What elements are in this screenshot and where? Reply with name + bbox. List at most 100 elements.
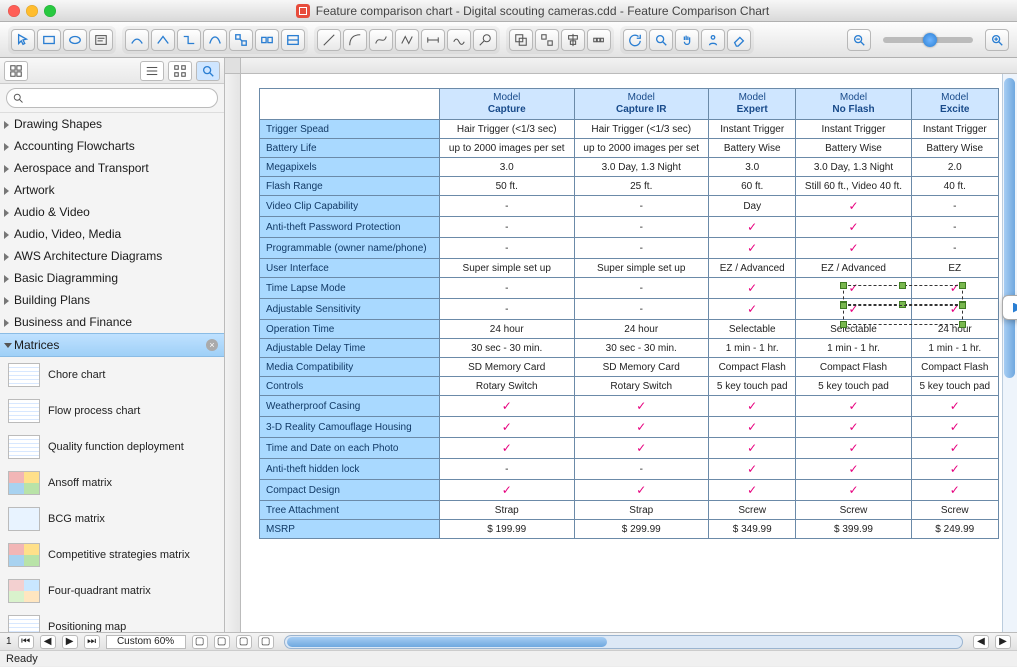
view-mode-1[interactable]: ▢ <box>192 635 208 649</box>
table-cell[interactable]: 30 sec - 30 min. <box>574 339 709 358</box>
table-cell[interactable]: ✓ <box>796 417 911 438</box>
table-cell[interactable]: $ 299.99 <box>574 520 709 539</box>
table-cell[interactable]: $ 349.99 <box>709 520 796 539</box>
drawing-sheet[interactable]: ModelCaptureModelCapture IRModelExpertMo… <box>241 74 1017 632</box>
table-cell[interactable]: up to 2000 images per set <box>574 139 709 158</box>
person-tool[interactable] <box>701 29 725 51</box>
table-cell[interactable]: Screw <box>796 501 911 520</box>
table-cell[interactable]: ✓ <box>574 396 709 417</box>
table-cell[interactable]: - <box>574 459 709 480</box>
zoom-level-display[interactable]: Custom 60% <box>106 635 186 649</box>
text-tool[interactable] <box>89 29 113 51</box>
table-cell[interactable]: 5 key touch pad <box>709 377 796 396</box>
sidebar-item[interactable]: Quality function deployment <box>0 429 224 465</box>
table-cell[interactable]: ✓ <box>440 480 575 501</box>
zoom-tool[interactable] <box>649 29 673 51</box>
table-cell[interactable]: Still 60 ft., Video 40 ft. <box>796 177 911 196</box>
curve-tool[interactable] <box>369 29 393 51</box>
table-cell[interactable]: ✓ <box>796 238 911 259</box>
zoom-window-button[interactable] <box>44 5 56 17</box>
group-tool[interactable] <box>509 29 533 51</box>
table-cell[interactable]: 1 min - 1 hr. <box>709 339 796 358</box>
library-grid-view[interactable] <box>168 61 192 81</box>
vertical-scrollbar[interactable] <box>1002 74 1017 632</box>
table-cell[interactable]: 3.0 Day, 1.3 Night <box>796 158 911 177</box>
table-cell[interactable]: - <box>440 299 575 320</box>
table-cell[interactable]: 30 sec - 30 min. <box>440 339 575 358</box>
table-cell[interactable]: Battery Wise <box>911 139 998 158</box>
sidebar-category[interactable]: Business and Finance <box>0 311 224 333</box>
table-cell[interactable]: Selectable <box>796 320 911 339</box>
feature-comparison-table[interactable]: ModelCaptureModelCapture IRModelExpertMo… <box>259 88 999 539</box>
align-tool[interactable] <box>561 29 585 51</box>
table-cell[interactable]: ✓ <box>709 438 796 459</box>
table-cell[interactable]: ✓ <box>796 480 911 501</box>
freehand-tool[interactable] <box>447 29 471 51</box>
table-cell[interactable]: ✓ <box>709 238 796 259</box>
zoom-in-button[interactable] <box>985 29 1009 51</box>
table-cell[interactable]: 24 hour <box>911 320 998 339</box>
table-cell[interactable]: 24 hour <box>574 320 709 339</box>
table-cell[interactable]: $ 399.99 <box>796 520 911 539</box>
table-cell[interactable]: 40 ft. <box>911 177 998 196</box>
ellipse-tool[interactable] <box>63 29 87 51</box>
view-mode-4[interactable]: ▢ <box>258 635 274 649</box>
zoom-slider[interactable] <box>883 37 973 43</box>
table-cell[interactable]: ✓ <box>574 480 709 501</box>
sidebar-category[interactable]: Accounting Flowcharts <box>0 135 224 157</box>
table-cell[interactable]: 3.0 Day, 1.3 Night <box>574 158 709 177</box>
sidebar-category[interactable]: Artwork <box>0 179 224 201</box>
table-cell[interactable]: ✓ <box>796 278 911 299</box>
sidebar-item[interactable]: Competitive strategies matrix <box>0 537 224 573</box>
table-cell[interactable]: Day <box>709 196 796 217</box>
table-cell[interactable]: ✓ <box>796 196 911 217</box>
rotate-tool[interactable] <box>623 29 647 51</box>
table-cell[interactable]: Screw <box>709 501 796 520</box>
table-cell[interactable]: Hair Trigger (<1/3 sec) <box>574 120 709 139</box>
table-cell[interactable]: Compact Flash <box>709 358 796 377</box>
table-cell[interactable]: 3.0 <box>440 158 575 177</box>
sidebar-category[interactable]: Audio, Video, Media <box>0 223 224 245</box>
scroll-left-button[interactable]: ◀ <box>973 635 989 649</box>
scroll-right-button[interactable]: ▶ <box>995 635 1011 649</box>
sidebar-item[interactable]: Ansoff matrix <box>0 465 224 501</box>
table-cell[interactable]: Battery Wise <box>709 139 796 158</box>
table-cell[interactable]: Instant Trigger <box>796 120 911 139</box>
library-search-input[interactable] <box>6 88 218 108</box>
table-cell[interactable]: 5 key touch pad <box>911 377 998 396</box>
table-cell[interactable]: Super simple set up <box>440 259 575 278</box>
table-cell[interactable]: ✓ <box>911 480 998 501</box>
callout-tool[interactable] <box>473 29 497 51</box>
table-cell[interactable]: 24 hour <box>440 320 575 339</box>
close-window-button[interactable] <box>8 5 20 17</box>
line-tool[interactable] <box>317 29 341 51</box>
sidebar-item[interactable]: Four-quadrant matrix <box>0 573 224 609</box>
sidebar-item[interactable]: Positioning map <box>0 609 224 632</box>
table-cell[interactable]: ✓ <box>574 417 709 438</box>
table-cell[interactable]: EZ / Advanced <box>709 259 796 278</box>
table-cell[interactable]: ✓ <box>440 417 575 438</box>
table-cell[interactable]: 1 min - 1 hr. <box>796 339 911 358</box>
table-cell[interactable]: 25 ft. <box>574 177 709 196</box>
rect-tool[interactable] <box>37 29 61 51</box>
connector-tool-6[interactable] <box>255 29 279 51</box>
next-page-button[interactable]: ▶ <box>62 635 78 649</box>
table-cell[interactable]: Selectable <box>709 320 796 339</box>
connector-tool-3[interactable] <box>177 29 201 51</box>
table-cell[interactable]: - <box>440 459 575 480</box>
table-cell[interactable]: ✓ <box>911 299 998 320</box>
table-cell[interactable]: - <box>911 217 998 238</box>
table-cell[interactable]: ✓ <box>709 217 796 238</box>
view-mode-2[interactable]: ▢ <box>214 635 230 649</box>
minimize-window-button[interactable] <box>26 5 38 17</box>
table-cell[interactable]: - <box>574 196 709 217</box>
sidebar-item[interactable]: Flow process chart <box>0 393 224 429</box>
sidebar-category-selected[interactable]: Matrices× <box>0 333 224 357</box>
table-cell[interactable]: ✓ <box>796 217 911 238</box>
table-cell[interactable]: Strap <box>574 501 709 520</box>
smart-action-tooltip[interactable]: ✓ Check <box>1002 295 1017 320</box>
table-cell[interactable]: 1 min - 1 hr. <box>911 339 998 358</box>
library-shapes-tab[interactable] <box>4 61 28 81</box>
table-cell[interactable]: - <box>574 217 709 238</box>
sidebar-category[interactable]: Audio & Video <box>0 201 224 223</box>
